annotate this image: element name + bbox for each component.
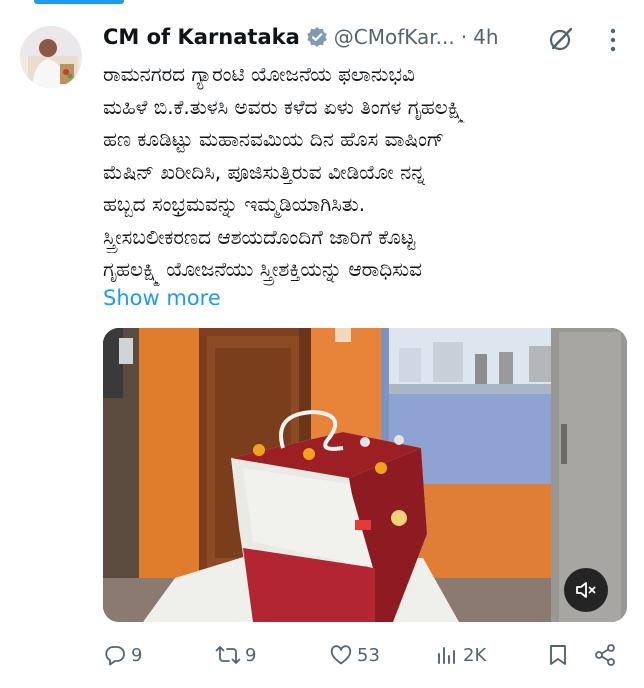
repost-icon xyxy=(215,643,241,667)
reply-button[interactable]: 9 xyxy=(103,638,142,672)
tweet-text: ರಾಮನಗರದ ಗ್ಯಾರಂಟಿ ಯೋಜನೆಯ ಫಲಾನುಭವಿ ಮಹಿಳೆ ಬ… xyxy=(103,58,623,286)
tweet-text-line: ಸ್ತ್ರೀಸಬಲೀಕರಣದ ಆಶಯದೊಂದಿಗೆ ಜಾರಿಗೆ ಕೊಟ್ಟ xyxy=(103,224,416,249)
show-more-link[interactable]: Show more xyxy=(103,286,221,310)
share-button[interactable] xyxy=(593,638,617,672)
tweet-timestamp[interactable]: 4h xyxy=(473,25,498,49)
reply-count: 9 xyxy=(131,644,143,666)
repost-count: 9 xyxy=(245,644,257,666)
bookmark-button[interactable] xyxy=(547,638,569,672)
views-count: 2K xyxy=(463,644,487,666)
tweet-text-line: ಹಬ್ಬದ ಸಂಭ್ರಮವನ್ನು ಇಮ್ಮಡಿಯಾಗಿಸಿತು. xyxy=(103,192,366,216)
tweet-actions-bar: 9 9 53 2K xyxy=(103,638,623,672)
like-button[interactable]: 53 xyxy=(329,638,380,672)
like-count: 53 xyxy=(357,644,380,666)
bookmark-icon xyxy=(547,643,569,667)
tweet-text-line: ರಾಮನಗರದ ಗ್ಯಾರಂಟಿ ಯೋಜನೆಯ ಫಲಾನುಭವಿ xyxy=(103,62,415,86)
author-name[interactable]: CM of Karnataka xyxy=(103,25,300,49)
repost-button[interactable]: 9 xyxy=(215,638,256,672)
top-tab-indicator xyxy=(0,0,644,12)
grok-icon[interactable] xyxy=(548,26,574,52)
share-icon xyxy=(593,643,617,667)
views-button[interactable]: 2K xyxy=(435,638,486,672)
author-handle[interactable]: @CMofKar... xyxy=(334,25,455,49)
volume-muted-icon[interactable] xyxy=(564,568,608,612)
tweet-text-line: ಹಣ ಕೂಡಿಟ್ಟು ಮಹಾನವಮಿಯ ದಿನ ಹೊಸ ವಾಷಿಂಗ್ xyxy=(103,127,445,151)
tweet-text-line: ಮಹಿಳೆ ಬಿ.ಕೆ.ತುಳಸಿ ಅವರು ಕಳೆದ ಏಳು ತಿಂಗಳ ಗೃ… xyxy=(103,94,465,119)
tweet-video[interactable] xyxy=(103,328,627,622)
more-vertical-icon[interactable] xyxy=(606,26,620,54)
active-tab-underline xyxy=(34,0,124,4)
heart-icon xyxy=(329,643,353,667)
author-avatar[interactable] xyxy=(20,26,82,88)
analytics-icon xyxy=(435,643,459,667)
tweet-header: CM of Karnataka @CMofKar... · 4h xyxy=(103,22,499,52)
verified-badge-icon xyxy=(306,26,328,48)
tweet-text-line: ಮೆಷಿನ್ ಖರೀದಿಸಿ, ಪೂಜಿಸುತ್ತಿರುವ ವೀಡಿಯೋ ನನ್… xyxy=(103,159,426,184)
meta-separator: · xyxy=(460,25,468,49)
tweet-text-line: ಗೃಹಲಕ್ಷ್ಮಿ ಯೋಜನೆಯು ಸ್ತ್ರೀಶಕ್ತಿಯನ್ನು ಆರಾಧ… xyxy=(103,257,422,281)
reply-icon xyxy=(103,643,127,667)
